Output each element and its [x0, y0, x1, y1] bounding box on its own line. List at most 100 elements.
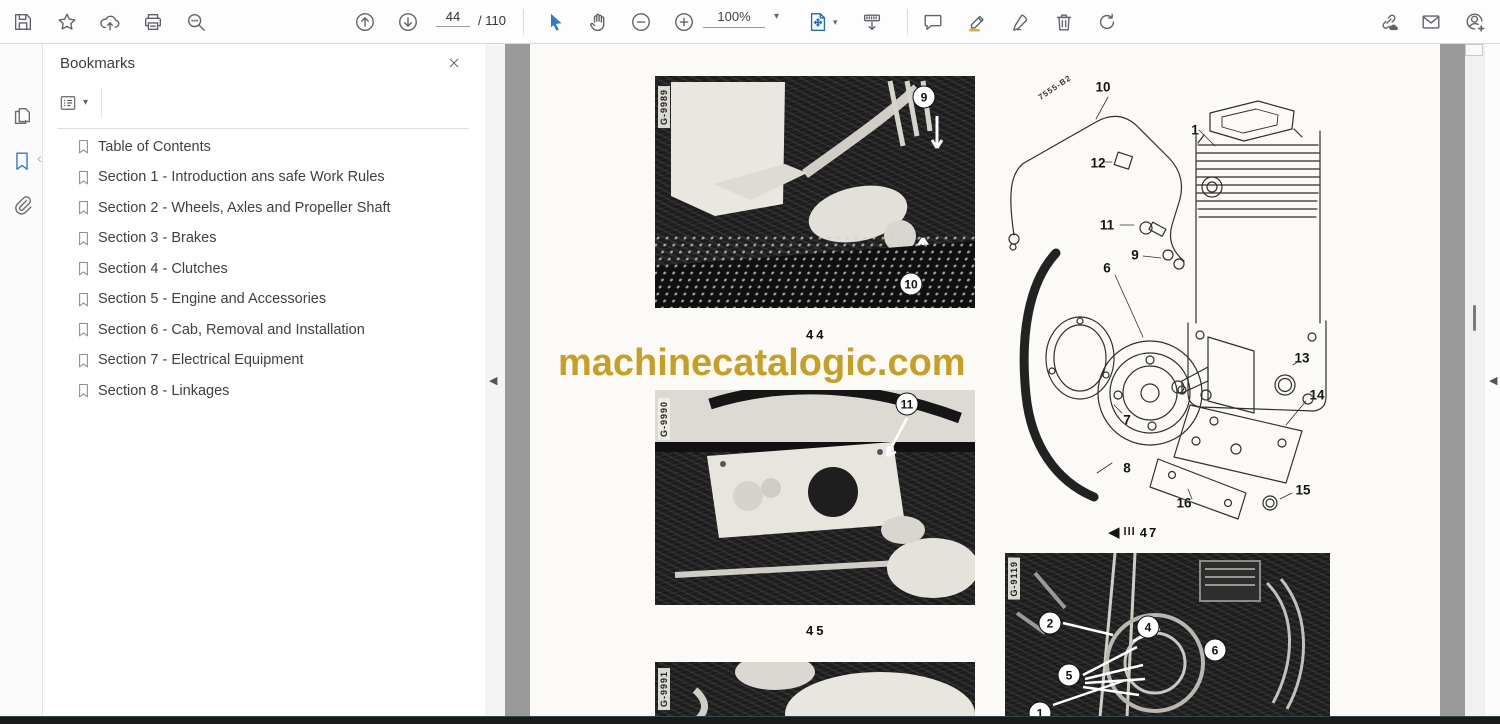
arrow-up-circle-icon	[356, 13, 374, 31]
bookmark-item-section6[interactable]: Section 6 - Cab, Removal and Installatio…	[43, 315, 483, 344]
bookmark-label: Section 6 - Cab, Removal and Installatio…	[98, 321, 365, 338]
divider	[57, 128, 469, 129]
fit-width-button[interactable]	[855, 5, 889, 39]
bookmark-item-section7[interactable]: Section 7 - Electrical Equipment	[43, 346, 483, 375]
vertical-scrollbar[interactable]	[1465, 44, 1485, 716]
bookmark-item-section5[interactable]: Section 5 - Engine and Accessories	[43, 285, 483, 314]
share-upload-button[interactable]	[93, 5, 127, 39]
favorite-button[interactable]	[50, 5, 84, 39]
bookmark-item-section4[interactable]: Section 4 - Clutches	[43, 254, 483, 283]
sign-button[interactable]	[1003, 5, 1037, 39]
rotate-button[interactable]	[1090, 5, 1124, 39]
document-viewport[interactable]: G-9989 9 10 44 machinecatalogic.com G-99…	[505, 44, 1465, 717]
bookmark-label: Table of Contents	[98, 138, 211, 155]
bookmark-item-section1[interactable]: Section 1 - Introduction ans safe Work R…	[43, 163, 483, 192]
figure-number: 47	[1139, 524, 1159, 540]
search-button[interactable]	[179, 5, 213, 39]
bookmark-item-section8[interactable]: Section 8 - Linkages	[43, 376, 483, 405]
list-options-icon	[60, 96, 76, 110]
account-add-button[interactable]	[1458, 5, 1492, 39]
fit-page-button[interactable]	[801, 5, 835, 39]
page-number-field[interactable]	[436, 8, 472, 27]
bookmark-icon	[79, 383, 88, 398]
callout-11: 11	[1099, 217, 1115, 233]
highlighter-icon	[968, 15, 984, 32]
callout-9: 9	[1131, 247, 1139, 263]
chevron-down-icon: ▾	[83, 97, 89, 108]
bookmark-icon	[16, 152, 28, 170]
print-button[interactable]	[136, 5, 170, 39]
zoom-level-dropdown[interactable]: 100% ▾	[703, 8, 779, 28]
printer-icon	[144, 13, 162, 31]
page-total-label: / 110	[478, 13, 506, 28]
bookmark-item-section3[interactable]: Section 3 - Brakes	[43, 224, 483, 253]
comment-button[interactable]	[916, 5, 950, 39]
save-button[interactable]	[6, 5, 40, 39]
bookmark-icon	[79, 139, 88, 154]
plus-circle-icon	[675, 13, 693, 31]
panel-title: Bookmarks	[60, 55, 136, 72]
select-tool-button[interactable]	[539, 5, 573, 39]
zoom-level-value: 100%	[703, 9, 765, 28]
scan-code-label: G-9990	[658, 398, 670, 441]
right-gutter: ◀	[1485, 44, 1500, 716]
collapse-panel-arrow[interactable]: ◀	[489, 374, 497, 387]
panel-scroll-gutter: ◀	[485, 44, 505, 716]
bottom-bar	[0, 716, 1500, 724]
rail-bookmarks-button[interactable]	[8, 147, 36, 175]
cloud-upload-icon	[100, 15, 120, 31]
bookmark-icon	[79, 170, 88, 184]
minus-circle-icon	[632, 13, 650, 31]
figure-45-photo: G-9990 11	[655, 390, 975, 605]
callout-4: 4	[1136, 615, 1160, 639]
figure-44-caption: 44	[806, 327, 827, 342]
link-icon	[1382, 14, 1398, 31]
person-add-icon	[1466, 13, 1485, 32]
callout-13: 13	[1294, 350, 1310, 366]
scan-code-label: G-9989	[658, 86, 670, 129]
star-icon	[58, 13, 76, 30]
toolbar-divider	[523, 9, 524, 35]
toolbar-divider	[907, 9, 908, 35]
page-number-input[interactable]	[436, 9, 470, 27]
callout-1: 1	[1191, 122, 1199, 138]
scrollbar-button[interactable]	[1465, 44, 1483, 56]
cursor-icon	[550, 13, 562, 31]
save-icon	[14, 13, 32, 31]
callout-16: 16	[1176, 495, 1192, 511]
callout-15: 15	[1295, 482, 1311, 498]
scan-code-label: G-9991	[658, 668, 670, 711]
bookmark-icon	[79, 322, 88, 337]
scrollbar-thumb[interactable]	[1473, 305, 1476, 331]
figure-45-caption: 45	[806, 623, 827, 638]
callout-12: 12	[1090, 155, 1106, 171]
highlight-button[interactable]	[960, 5, 994, 39]
callout-8: 8	[1123, 460, 1131, 476]
close-panel-button[interactable]	[443, 52, 465, 74]
bookmark-label: Section 8 - Linkages	[98, 382, 230, 399]
bookmark-item-section2[interactable]: Section 2 - Wheels, Axles and Propeller …	[43, 193, 483, 222]
zoom-out-button[interactable]	[624, 5, 658, 39]
hand-tool-button[interactable]	[581, 5, 615, 39]
previous-page-button[interactable]	[348, 5, 382, 39]
comment-icon	[924, 14, 942, 31]
bookmark-icon	[79, 261, 88, 276]
delete-button[interactable]	[1047, 5, 1081, 39]
chevron-down-icon: ▾	[773, 11, 779, 22]
bookmark-icon	[79, 200, 88, 215]
bookmark-item-toc[interactable]: Table of Contents	[43, 132, 483, 161]
share-link-button[interactable]	[1372, 5, 1406, 39]
rail-pages-button[interactable]	[8, 102, 36, 130]
next-page-button[interactable]	[391, 5, 425, 39]
collapse-right-arrow[interactable]: ◀	[1489, 374, 1497, 387]
panel-pointer-icon: ‹	[37, 150, 42, 167]
email-button[interactable]	[1414, 5, 1448, 39]
bookmark-options-button[interactable]: ▾	[58, 90, 100, 116]
close-icon	[449, 58, 459, 68]
bookmark-label: Section 7 - Electrical Equipment	[98, 352, 304, 368]
zoom-in-button[interactable]	[667, 5, 701, 39]
rail-attachments-button[interactable]	[8, 191, 36, 219]
callout-10: 10	[1095, 79, 1111, 95]
bookmark-icon	[79, 353, 88, 367]
chevron-down-icon[interactable]: ▾	[833, 17, 838, 28]
